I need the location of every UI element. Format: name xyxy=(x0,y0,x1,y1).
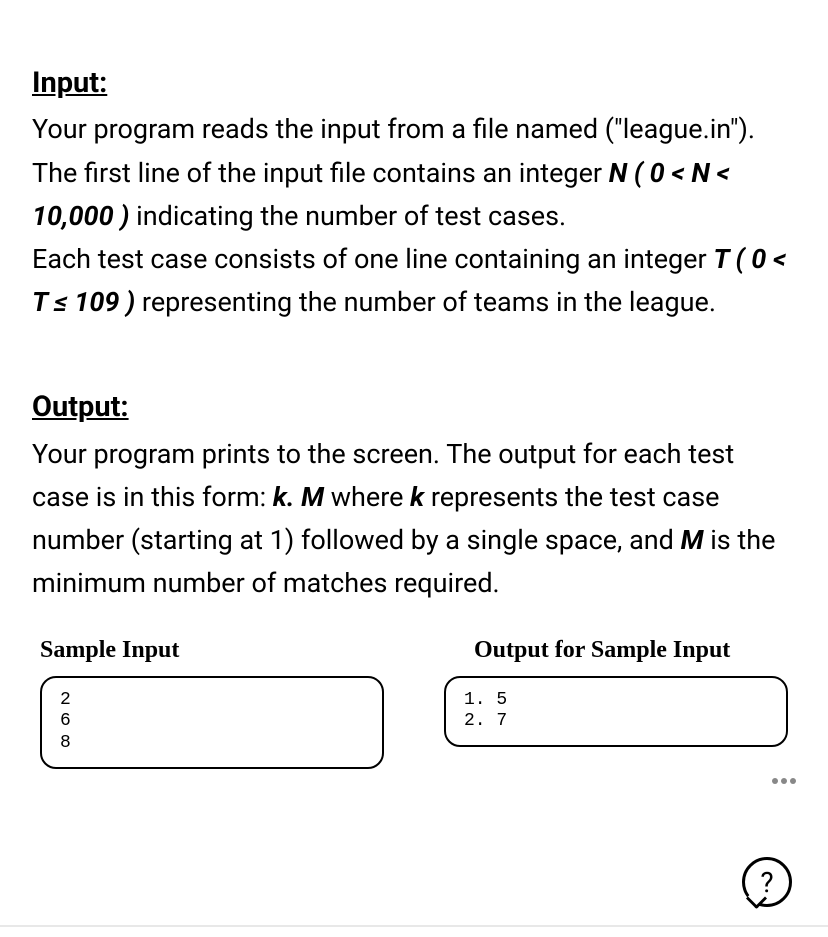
sample-output-block: Output for Sample Input 1. 5 2. 7 xyxy=(444,631,788,768)
input-text-3a: Each test case consists of one line cont… xyxy=(32,243,713,275)
sample-input-box: 2 6 8 xyxy=(40,676,384,769)
output-var-m: M xyxy=(681,524,704,556)
output-var-k: k xyxy=(410,481,424,513)
output-description: Your program prints to the screen. The o… xyxy=(32,433,796,606)
output-text-1b: where xyxy=(324,481,410,513)
more-options-icon[interactable] xyxy=(772,778,796,784)
sample-io-container: Sample Input 2 6 8 Output for Sample Inp… xyxy=(32,631,796,768)
input-description-2: The first line of the input file contain… xyxy=(32,152,796,238)
help-chat-button[interactable]: ? xyxy=(742,857,792,907)
sample-output-heading: Output for Sample Input xyxy=(444,631,788,669)
sample-output-box: 1. 5 2. 7 xyxy=(444,676,788,747)
divider xyxy=(0,925,828,927)
input-description-1: Your program reads the input from a file… xyxy=(32,108,796,151)
output-heading: Output: xyxy=(32,384,796,430)
input-description-3: Each test case consists of one line cont… xyxy=(32,238,796,324)
help-icon: ? xyxy=(760,866,773,899)
input-heading: Input: xyxy=(32,60,796,106)
sample-input-block: Sample Input 2 6 8 xyxy=(40,631,384,768)
sample-input-heading: Sample Input xyxy=(40,631,384,669)
input-text-3b: representing the number of teams in the … xyxy=(135,286,716,318)
input-text-2b: indicating the number of test cases. xyxy=(129,200,566,232)
output-format-km: k. M xyxy=(273,481,324,513)
input-text-2a: The first line of the input file contain… xyxy=(32,157,609,189)
